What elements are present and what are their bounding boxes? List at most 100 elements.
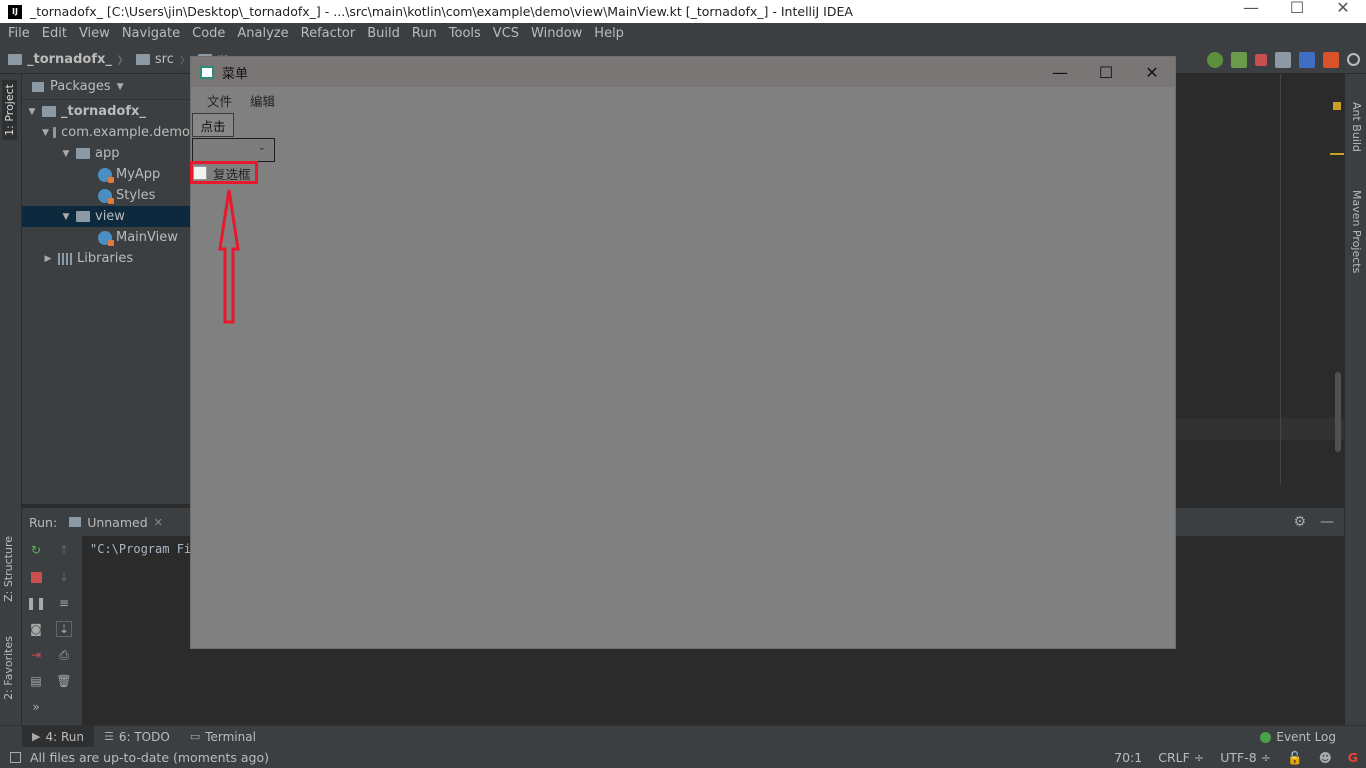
tab-maven-projects[interactable]: Maven Projects: [1350, 190, 1363, 273]
menu-window[interactable]: Window: [525, 23, 588, 45]
annotation-arrow-icon: [218, 189, 240, 324]
event-log-button[interactable]: Event Log: [1260, 726, 1336, 748]
menu-navigate[interactable]: Navigate: [116, 23, 186, 45]
more-icon[interactable]: »: [28, 699, 44, 715]
tree-item-libraries[interactable]: ▶ Libraries: [22, 248, 190, 269]
menu-help[interactable]: Help: [588, 23, 630, 45]
stop-icon[interactable]: [1255, 53, 1267, 66]
tab-todo[interactable]: ☰ 6: TODO: [94, 726, 180, 748]
menu-build[interactable]: Build: [361, 23, 406, 45]
pause-icon[interactable]: ❚❚: [26, 595, 46, 611]
stop-icon[interactable]: [28, 569, 44, 585]
tab-structure[interactable]: Z: Structure: [2, 536, 15, 602]
expand-arrow-icon[interactable]: ▼: [60, 212, 72, 222]
kotlin-class-icon: [98, 167, 114, 183]
breadcrumb-src[interactable]: src 〉: [128, 52, 190, 67]
soft-wrap-icon[interactable]: ≡: [56, 595, 72, 611]
menu-refactor[interactable]: Refactor: [295, 23, 362, 45]
tree-item-label: com.example.demo: [61, 125, 190, 140]
close-icon[interactable]: ✕: [1320, 0, 1366, 23]
fx-title-bar[interactable]: 菜单 — ☐ ✕: [191, 57, 1175, 87]
maximize-icon[interactable]: ☐: [1083, 57, 1129, 87]
menu-view[interactable]: View: [73, 23, 116, 45]
intellij-logo-icon: IJ: [8, 4, 22, 19]
menu-vcs[interactable]: VCS: [487, 23, 525, 45]
tab-todo-label: 6: TODO: [118, 729, 170, 744]
breadcrumb-src-label: src: [154, 51, 174, 67]
expand-arrow-icon[interactable]: ▼: [42, 128, 49, 138]
minimize-icon[interactable]: —: [1037, 57, 1083, 87]
debug-icon[interactable]: [1207, 51, 1223, 68]
code-editor[interactable]: [1176, 74, 1344, 484]
tab-terminal-label: Terminal: [205, 729, 256, 744]
menu-edit[interactable]: Edit: [36, 23, 73, 45]
tab-run[interactable]: ▶ 4: Run: [22, 725, 94, 748]
gear-icon[interactable]: ⚙: [1293, 514, 1306, 530]
run-tab-unnamed[interactable]: Unnamed ✕: [69, 515, 163, 530]
kotlin-class-icon: [98, 230, 114, 246]
close-icon[interactable]: ✕: [1129, 57, 1175, 87]
caret-position[interactable]: 70:1: [1114, 750, 1142, 765]
left-tool-strip: 1: Project Z: Structure 2: Favorites: [0, 74, 22, 725]
tree-item-project-root[interactable]: ▼ _tornadofx_: [22, 101, 190, 122]
lock-icon[interactable]: 🔓: [1287, 750, 1303, 766]
hide-panel-icon[interactable]: —: [1320, 514, 1334, 530]
up-arrow-icon[interactable]: ↑: [56, 542, 72, 558]
window-controls: — ☐ ✕: [1228, 0, 1366, 23]
tab-favorites[interactable]: 2: Favorites: [2, 636, 15, 700]
menu-run[interactable]: Run: [406, 23, 443, 45]
click-button[interactable]: 点击: [192, 113, 234, 137]
tree-item-package[interactable]: ▼ com.example.demo: [22, 122, 190, 143]
tree-item-styles[interactable]: Styles: [22, 185, 190, 206]
error-stripe-mark[interactable]: [1330, 153, 1344, 155]
menu-code[interactable]: Code: [186, 23, 231, 45]
down-arrow-icon[interactable]: ↓: [56, 569, 72, 585]
translate-icon[interactable]: [1299, 51, 1315, 68]
trash-icon[interactable]: 🗑: [56, 673, 72, 689]
tab-ant-build[interactable]: Ant Build: [1350, 102, 1363, 152]
search-icon[interactable]: [1347, 53, 1360, 66]
fx-menu-file[interactable]: 文件: [201, 91, 238, 110]
breadcrumb-project[interactable]: _tornadofx_ 〉: [0, 52, 128, 67]
project-panel-header[interactable]: Packages ▼: [22, 74, 190, 100]
menu-file[interactable]: File: [2, 23, 36, 45]
libraries-icon: [58, 252, 72, 265]
scroll-to-end-icon[interactable]: ⇣: [56, 621, 72, 637]
rerun-icon[interactable]: ↻: [28, 542, 44, 558]
print-icon[interactable]: ⎙: [56, 647, 72, 663]
todo-icon: ☰: [103, 730, 114, 743]
camera-icon[interactable]: ◙: [28, 621, 44, 637]
tab-project[interactable]: 1: Project: [2, 80, 17, 140]
tree-item-view[interactable]: ▼ view: [22, 206, 190, 227]
warning-marker-icon[interactable]: [1333, 102, 1341, 110]
toggle-tool-windows-icon[interactable]: [10, 752, 21, 763]
project-structure-icon[interactable]: [1275, 51, 1291, 68]
tree-item-app[interactable]: ▼ app: [22, 143, 190, 164]
layout-icon[interactable]: ▤: [28, 673, 44, 689]
window-title: _tornadofx_ [C:\Users\jin\Desktop\_torna…: [30, 4, 853, 19]
line-separator[interactable]: CRLF ÷: [1158, 750, 1204, 765]
google-icon[interactable]: G: [1348, 750, 1358, 765]
file-encoding[interactable]: UTF-8 ÷: [1220, 750, 1271, 765]
maximize-icon[interactable]: ☐: [1274, 0, 1320, 23]
console-output[interactable]: "C:\Program Fi: [90, 542, 191, 556]
menu-tools[interactable]: Tools: [443, 23, 487, 45]
tree-item-mainview[interactable]: MainView: [22, 227, 190, 248]
combo-box[interactable]: ⌄: [192, 138, 275, 162]
coverage-icon[interactable]: [1231, 51, 1247, 68]
tree-item-myapp[interactable]: MyApp: [22, 164, 190, 185]
fx-menu-edit[interactable]: 编辑: [244, 91, 281, 110]
exit-icon[interactable]: ⇥: [28, 647, 44, 663]
expand-arrow-icon[interactable]: ▼: [26, 107, 38, 117]
tab-terminal[interactable]: ▭ Terminal: [180, 726, 266, 748]
plugin-icon[interactable]: [1323, 51, 1339, 68]
expand-arrow-icon[interactable]: ▶: [42, 254, 54, 264]
minimize-icon[interactable]: —: [1228, 0, 1274, 23]
editor-scrollbar[interactable]: [1335, 372, 1341, 452]
fx-menubar: 文件 编辑: [191, 87, 1175, 113]
close-tab-icon[interactable]: ✕: [154, 516, 163, 529]
inspector-icon[interactable]: ☻: [1319, 750, 1332, 765]
run-config-icon: [69, 517, 82, 527]
menu-analyze[interactable]: Analyze: [231, 23, 294, 45]
expand-arrow-icon[interactable]: ▼: [60, 149, 72, 159]
